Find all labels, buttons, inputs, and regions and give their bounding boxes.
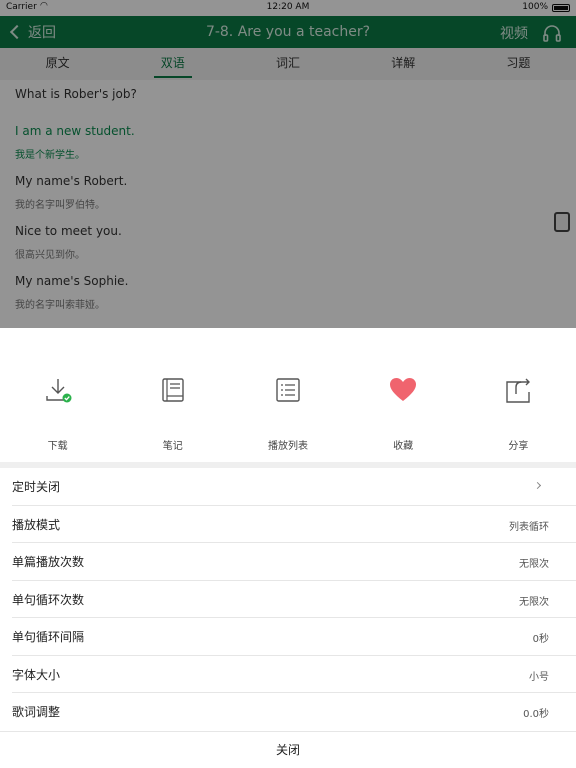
- notebook-icon: [162, 378, 184, 402]
- setting-label: 定时关闭: [12, 480, 61, 494]
- favorite-button[interactable]: 收藏: [346, 328, 461, 462]
- setting-value: 列表循环: [509, 521, 549, 533]
- setting-sentence-interval[interactable]: 单句循环间隔 0秒: [12, 618, 576, 656]
- settings-list: 定时关闭 播放模式 列表循环 单篇播放次数 无限次 单句循环次数 无限次 单句循…: [0, 468, 576, 731]
- setting-value: 无限次: [519, 559, 549, 570]
- setting-play-mode[interactable]: 播放模式 列表循环: [12, 506, 576, 543]
- playlist-button[interactable]: 播放列表: [230, 328, 345, 462]
- favorite-label: 收藏: [393, 441, 414, 452]
- setting-label: 单句循环间隔: [12, 630, 85, 644]
- share-label: 分享: [508, 441, 529, 452]
- notes-label: 笔记: [162, 441, 183, 452]
- setting-label: 字体大小: [12, 667, 61, 682]
- dim-overlay[interactable]: [0, 0, 576, 328]
- setting-lyrics-offset[interactable]: 歌词调整 0.0秒: [12, 693, 576, 731]
- setting-value: 小号: [529, 671, 549, 683]
- action-sheet: 下载 笔记 播放列表 收藏 分享 定时关闭 播放模式 列表循环 单篇播放次数 无…: [0, 328, 576, 768]
- setting-label: 单句循环次数: [12, 592, 85, 607]
- chevron-right-icon: [533, 481, 542, 490]
- action-row: 下载 笔记 播放列表 收藏 分享: [0, 328, 576, 462]
- notes-button[interactable]: 笔记: [115, 328, 230, 462]
- close-button[interactable]: 关闭: [0, 731, 576, 768]
- heart-icon: [390, 378, 417, 401]
- share-icon: [506, 378, 531, 403]
- share-button[interactable]: 分享: [461, 328, 576, 462]
- playlist-label: 播放列表: [267, 441, 308, 452]
- setting-sentence-repeat[interactable]: 单句循环次数 无限次: [12, 581, 576, 618]
- download-label: 下载: [47, 441, 68, 452]
- download-button[interactable]: 下载: [0, 328, 115, 462]
- setting-font-size[interactable]: 字体大小 小号: [12, 656, 576, 693]
- setting-label: 单篇播放次数: [12, 555, 85, 569]
- setting-value: 0秒: [532, 634, 549, 645]
- setting-article-repeat[interactable]: 单篇播放次数 无限次: [12, 543, 576, 581]
- setting-value: 0.0秒: [523, 709, 549, 720]
- download-icon: [45, 379, 72, 403]
- playlist-icon: [276, 378, 300, 402]
- setting-label: 歌词调整: [12, 705, 61, 719]
- setting-label: 播放模式: [12, 517, 61, 532]
- setting-value: 无限次: [519, 596, 549, 608]
- setting-timer[interactable]: 定时关闭: [12, 468, 576, 506]
